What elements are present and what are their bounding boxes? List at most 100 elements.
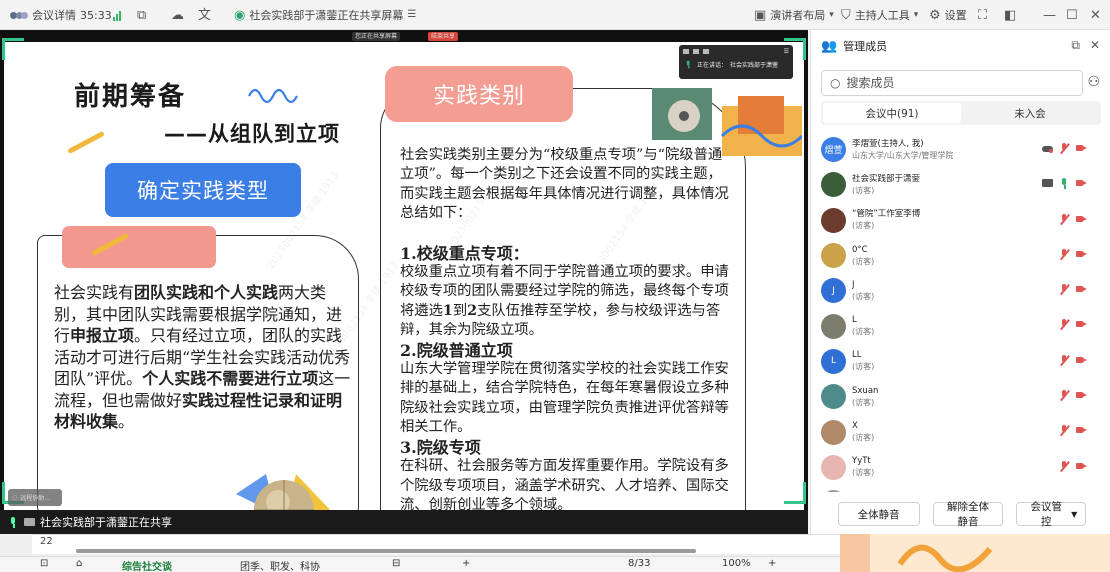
remote-assist-label: 远程协助...	[20, 495, 50, 502]
presenter-layout-button[interactable]: ▣ 演讲者布局 ▾	[754, 0, 834, 30]
member-name: 社会实践部于潇蓥	[852, 173, 921, 184]
mic-muted-icon[interactable]	[1059, 319, 1070, 330]
fullscreen-icon[interactable]: ⛶	[978, 0, 987, 30]
mic-muted-icon[interactable]	[1059, 390, 1070, 401]
member-role: (访客)	[852, 291, 875, 301]
close-icon[interactable]: ✕	[1090, 38, 1100, 53]
mic-muted-icon[interactable]	[1059, 248, 1070, 260]
horizontal-scrollbar[interactable]	[64, 547, 824, 555]
mic-muted-icon[interactable]	[1059, 425, 1070, 436]
camera-off-icon[interactable]	[1076, 143, 1087, 154]
member-info: 0°C (访客)	[852, 245, 1032, 267]
speaker-mini-window[interactable]: ☰ 正在讲话： 社会实践部于潇蓥	[679, 45, 793, 79]
member-row[interactable]: X (访客)	[811, 414, 1110, 449]
member-row[interactable]: 0°C (访客)	[811, 238, 1110, 273]
tab-not-joined[interactable]: 未入会	[961, 103, 1099, 123]
member-row[interactable]: Sxuan (访客)	[811, 379, 1110, 414]
chevron-down-icon: ▾	[829, 9, 834, 20]
grid-icon[interactable]	[703, 48, 709, 54]
member-row[interactable]: “管院”工作室李博 (访客)	[811, 203, 1110, 238]
mic-muted-icon[interactable]	[1059, 284, 1070, 295]
add-sheet-icon[interactable]: +	[462, 558, 470, 569]
camera-off-icon[interactable]	[1076, 284, 1087, 295]
share-status[interactable]: ◉ 社会实践部于潇蓥正在共享屏幕 ☰	[234, 0, 416, 30]
member-status-icons	[1059, 213, 1087, 225]
member-row[interactable]: 燕玲	[811, 485, 1110, 492]
popout-icon[interactable]: ⧉	[137, 0, 146, 30]
zoom-in-icon[interactable]: +	[768, 558, 776, 569]
cloud-record-icon[interactable]: ☁	[171, 0, 184, 30]
member-row[interactable]: YyTt (访客)	[811, 450, 1110, 485]
member-row[interactable]: L LL (访客)	[811, 344, 1110, 379]
app-logo-icon	[10, 10, 28, 20]
sheet-tab-2[interactable]: 团季、职发、科协	[240, 558, 320, 572]
member-status-icons	[1042, 178, 1087, 190]
camera-off-icon[interactable]	[1076, 249, 1087, 260]
search-input[interactable]	[846, 76, 1057, 90]
background-decoration	[840, 534, 1110, 572]
share-frame-corner	[784, 482, 806, 504]
share-frame-corner	[2, 38, 24, 60]
camera-off-icon[interactable]	[1076, 355, 1087, 366]
sheet-tab-1[interactable]: 综告社交谈	[122, 558, 172, 572]
avatar: 熠萱	[821, 137, 846, 163]
sharing-status-label: 社会实践部于潇蓥正在共享	[40, 516, 172, 529]
camera-off-icon[interactable]	[1076, 461, 1087, 472]
avatar: L	[821, 348, 846, 374]
screen-share-icon[interactable]	[1042, 178, 1053, 189]
meeting-control-button[interactable]: 会议管控 ▼	[1016, 501, 1087, 528]
zoom-level: 100%	[722, 558, 751, 569]
tab-in-meeting[interactable]: 会议中(91)	[823, 103, 961, 123]
search-icon: ○	[830, 76, 841, 90]
remote-assist-bubble[interactable]: ◌ 远程协助...	[8, 489, 62, 506]
close-icon[interactable]: ✕	[1090, 0, 1101, 30]
window-icon[interactable]	[683, 48, 689, 54]
sheet-nav-icon[interactable]: ⊟	[392, 558, 400, 569]
mic-icon	[685, 60, 693, 68]
mic-muted-icon[interactable]	[1059, 143, 1070, 154]
member-status-icons	[1059, 460, 1087, 472]
add-user-icon[interactable]: ⚇	[1087, 74, 1100, 90]
network-signal-icon[interactable]	[113, 0, 121, 30]
cloud-record-icon[interactable]	[1042, 143, 1053, 154]
settings-button[interactable]: ⚙ 设置	[929, 0, 967, 30]
practice-type-heading: 确定实践类型	[105, 163, 301, 217]
mic-muted-icon[interactable]	[1059, 354, 1070, 366]
sheet-nav-icon[interactable]: ⊡	[40, 558, 48, 569]
member-search[interactable]: ○	[821, 70, 1083, 96]
stop-icon[interactable]	[693, 48, 699, 54]
row-number: 22	[40, 536, 53, 547]
camera-off-icon[interactable]	[1076, 214, 1087, 225]
stop-share-button[interactable]: 结束共享	[428, 32, 459, 41]
meeting-details-button[interactable]: 会议详情	[10, 0, 76, 30]
sheet-nav-icon[interactable]: ⌂	[76, 558, 82, 569]
member-status-icons	[1059, 248, 1087, 260]
camera-off-icon[interactable]	[1076, 390, 1087, 401]
mic-muted-icon[interactable]	[1059, 213, 1070, 225]
maximize-icon[interactable]: ☐	[1066, 0, 1078, 30]
chevron-down-icon: ▼	[1071, 509, 1078, 519]
translate-icon[interactable]: 文	[198, 0, 211, 30]
mute-all-button[interactable]: 全体静音	[837, 502, 920, 526]
mic-muted-icon[interactable]	[1059, 460, 1070, 472]
screen-share-icon	[24, 517, 35, 528]
chevron-down-icon: ▾	[913, 9, 919, 20]
member-row[interactable]: J J (访客)	[811, 273, 1110, 308]
camera-off-icon[interactable]	[1076, 178, 1087, 189]
member-name: L	[852, 315, 857, 326]
yellow-stroke-decoration	[67, 130, 105, 155]
avatar	[821, 384, 846, 410]
member-status-icons	[1059, 284, 1087, 295]
unmute-all-button[interactable]: 解除全体静音	[932, 501, 1003, 528]
member-row[interactable]: L (访客)	[811, 308, 1110, 343]
host-tools-button[interactable]: ⛉ 主持人工具 ▾	[841, 0, 918, 30]
mic-icon[interactable]	[1059, 178, 1070, 190]
mic-icon[interactable]	[8, 516, 19, 528]
camera-off-icon[interactable]	[1076, 425, 1087, 436]
member-row[interactable]: 社会实践部于潇蓥 (访客)	[811, 167, 1110, 202]
popout-icon[interactable]: ⧉	[1071, 38, 1080, 53]
minimize-icon[interactable]: —	[1043, 0, 1056, 30]
camera-off-icon[interactable]	[1076, 319, 1087, 330]
member-row[interactable]: 熠萱 李熠萱(主持人, 我) 山东大学/山东大学/管理学院	[811, 132, 1110, 167]
sidebar-toggle-icon[interactable]: ◧	[1004, 0, 1016, 30]
